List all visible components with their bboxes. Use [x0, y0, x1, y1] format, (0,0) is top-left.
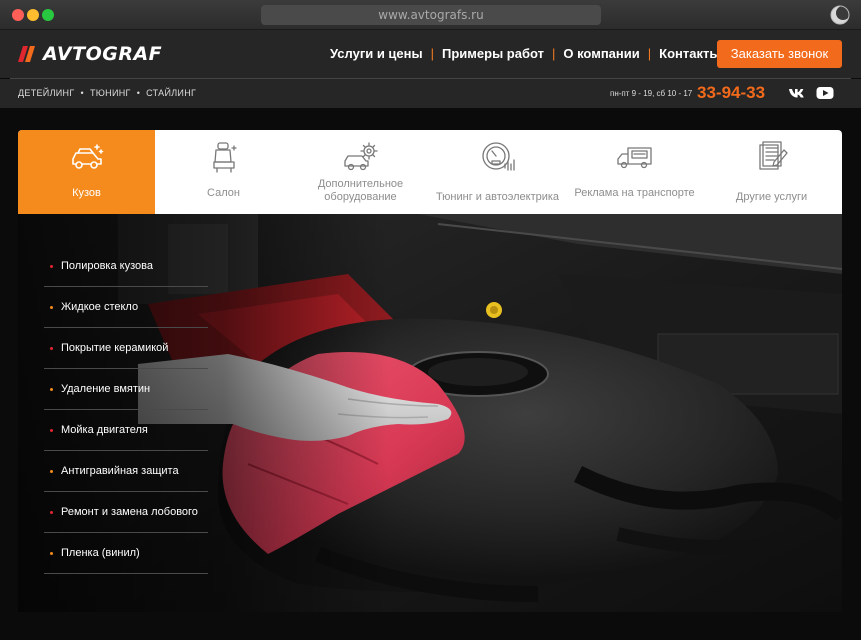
subheader: ДЕТЕЙЛИНГ • ТЮНИНГ • СТАЙЛИНГ пн-пт 9 - …	[0, 79, 861, 108]
bullet-dot	[50, 264, 53, 268]
address-bar[interactable]: www.avtografs.ru	[261, 5, 601, 25]
service-list: Полировка кузова Жидкое стекло Покрытие …	[44, 246, 208, 574]
nav-about[interactable]: О компании	[563, 46, 639, 61]
tag-bullet: •	[136, 88, 141, 98]
service-item[interactable]: Пленка (винил)	[44, 533, 208, 574]
service-item[interactable]: Жидкое стекло	[44, 287, 208, 328]
tab-other-services[interactable]: Другие услуги	[703, 130, 840, 214]
service-tags: ДЕТЕЙЛИНГ • ТЮНИНГ • СТАЙЛИНГ	[18, 88, 196, 98]
bullet-dot	[50, 428, 53, 432]
car-sparkle-icon	[71, 144, 103, 169]
bullet-dot	[50, 551, 53, 555]
car-seat-icon	[212, 142, 237, 173]
tag-styling: СТАЙЛИНГ	[146, 88, 197, 98]
minimize-window-button[interactable]	[27, 9, 39, 21]
service-label: Покрытие керамикой	[61, 342, 169, 354]
main-content: Кузов Салон Дополнительное оборудование	[0, 108, 861, 640]
logo-text: AVTOGRAF	[43, 43, 163, 65]
working-hours: пн-пт 9 - 19, сб 10 - 17	[610, 89, 693, 98]
bullet-dot	[50, 346, 53, 350]
service-item[interactable]: Полировка кузова	[44, 246, 208, 287]
tab-label: Кузов	[72, 187, 101, 199]
car-gear-icon	[343, 142, 378, 171]
maximize-window-button[interactable]	[42, 9, 54, 21]
service-item[interactable]: Антигравийная защита	[44, 451, 208, 492]
document-pen-icon	[758, 141, 788, 170]
bullet-dot	[50, 469, 53, 473]
service-label: Мойка двигателя	[61, 424, 148, 436]
nav-separator: |	[430, 46, 435, 61]
bullet-dot	[50, 387, 53, 391]
tab-body[interactable]: Кузов	[18, 130, 155, 214]
service-label: Пленка (винил)	[61, 547, 140, 559]
nav-contacts[interactable]: Контакты	[659, 46, 720, 61]
nav-services-prices[interactable]: Услуги и цены	[330, 46, 423, 61]
tab-transport-ads[interactable]: Реклама на транспорте	[566, 130, 703, 214]
request-call-button[interactable]: Заказать звонок	[717, 40, 842, 68]
tab-extra-equipment[interactable]: Дополнительное оборудование	[292, 130, 429, 214]
tab-interior[interactable]: Салон	[155, 130, 292, 214]
service-item[interactable]: Покрытие керамикой	[44, 328, 208, 369]
close-window-button[interactable]	[12, 9, 24, 21]
service-item[interactable]: Мойка двигателя	[44, 410, 208, 451]
tab-tuning-electrics[interactable]: Тюнинг и автоэлектрика	[429, 130, 566, 214]
tag-tuning: ТЮНИНГ	[89, 88, 131, 98]
tab-label: Салон	[207, 187, 240, 199]
logo-slashes-icon	[18, 46, 35, 62]
tag-bullet: •	[80, 88, 84, 98]
service-label: Антигравийная защита	[61, 465, 179, 477]
truck-ad-icon	[616, 147, 652, 169]
hero-banner: Полировка кузова Жидкое стекло Покрытие …	[18, 214, 842, 612]
nav-separator: |	[647, 46, 652, 61]
site-logo[interactable]: AVTOGRAF	[18, 43, 162, 65]
phone-number[interactable]: 33-94-33	[697, 83, 765, 103]
tab-label: Другие услуги	[735, 191, 808, 203]
youtube-icon[interactable]	[816, 85, 834, 101]
service-item[interactable]: Ремонт и замена лобового	[44, 492, 208, 533]
service-label: Полировка кузова	[61, 260, 153, 272]
service-label: Удаление вмятин	[61, 383, 151, 395]
site-header: AVTOGRAF Услуги и цены | Примеры работ |…	[0, 30, 861, 78]
tab-label: Тюнинг и автоэлектрика	[435, 191, 560, 203]
service-label: Жидкое стекло	[61, 301, 139, 313]
nav-separator: |	[551, 46, 556, 61]
tag-detailing: ДЕТЕЙЛИНГ	[18, 88, 75, 98]
service-label: Ремонт и замена лобового	[61, 506, 198, 518]
vk-icon[interactable]	[788, 85, 806, 101]
bullet-dot	[50, 510, 53, 514]
browser-extension-icon[interactable]	[829, 4, 851, 26]
tab-label: Дополнительное оборудование	[317, 178, 404, 203]
service-category-tabs: Кузов Салон Дополнительное оборудование	[18, 130, 842, 214]
browser-chrome: www.avtografs.ru	[0, 0, 861, 30]
nav-portfolio[interactable]: Примеры работ	[442, 46, 544, 61]
tab-label: Реклама на транспорте	[574, 187, 695, 199]
service-item[interactable]: Удаление вмятин	[44, 369, 208, 410]
gauge-icon	[481, 142, 515, 171]
main-nav: Услуги и цены | Примеры работ | О компан…	[330, 46, 720, 61]
bullet-dot	[50, 305, 53, 309]
